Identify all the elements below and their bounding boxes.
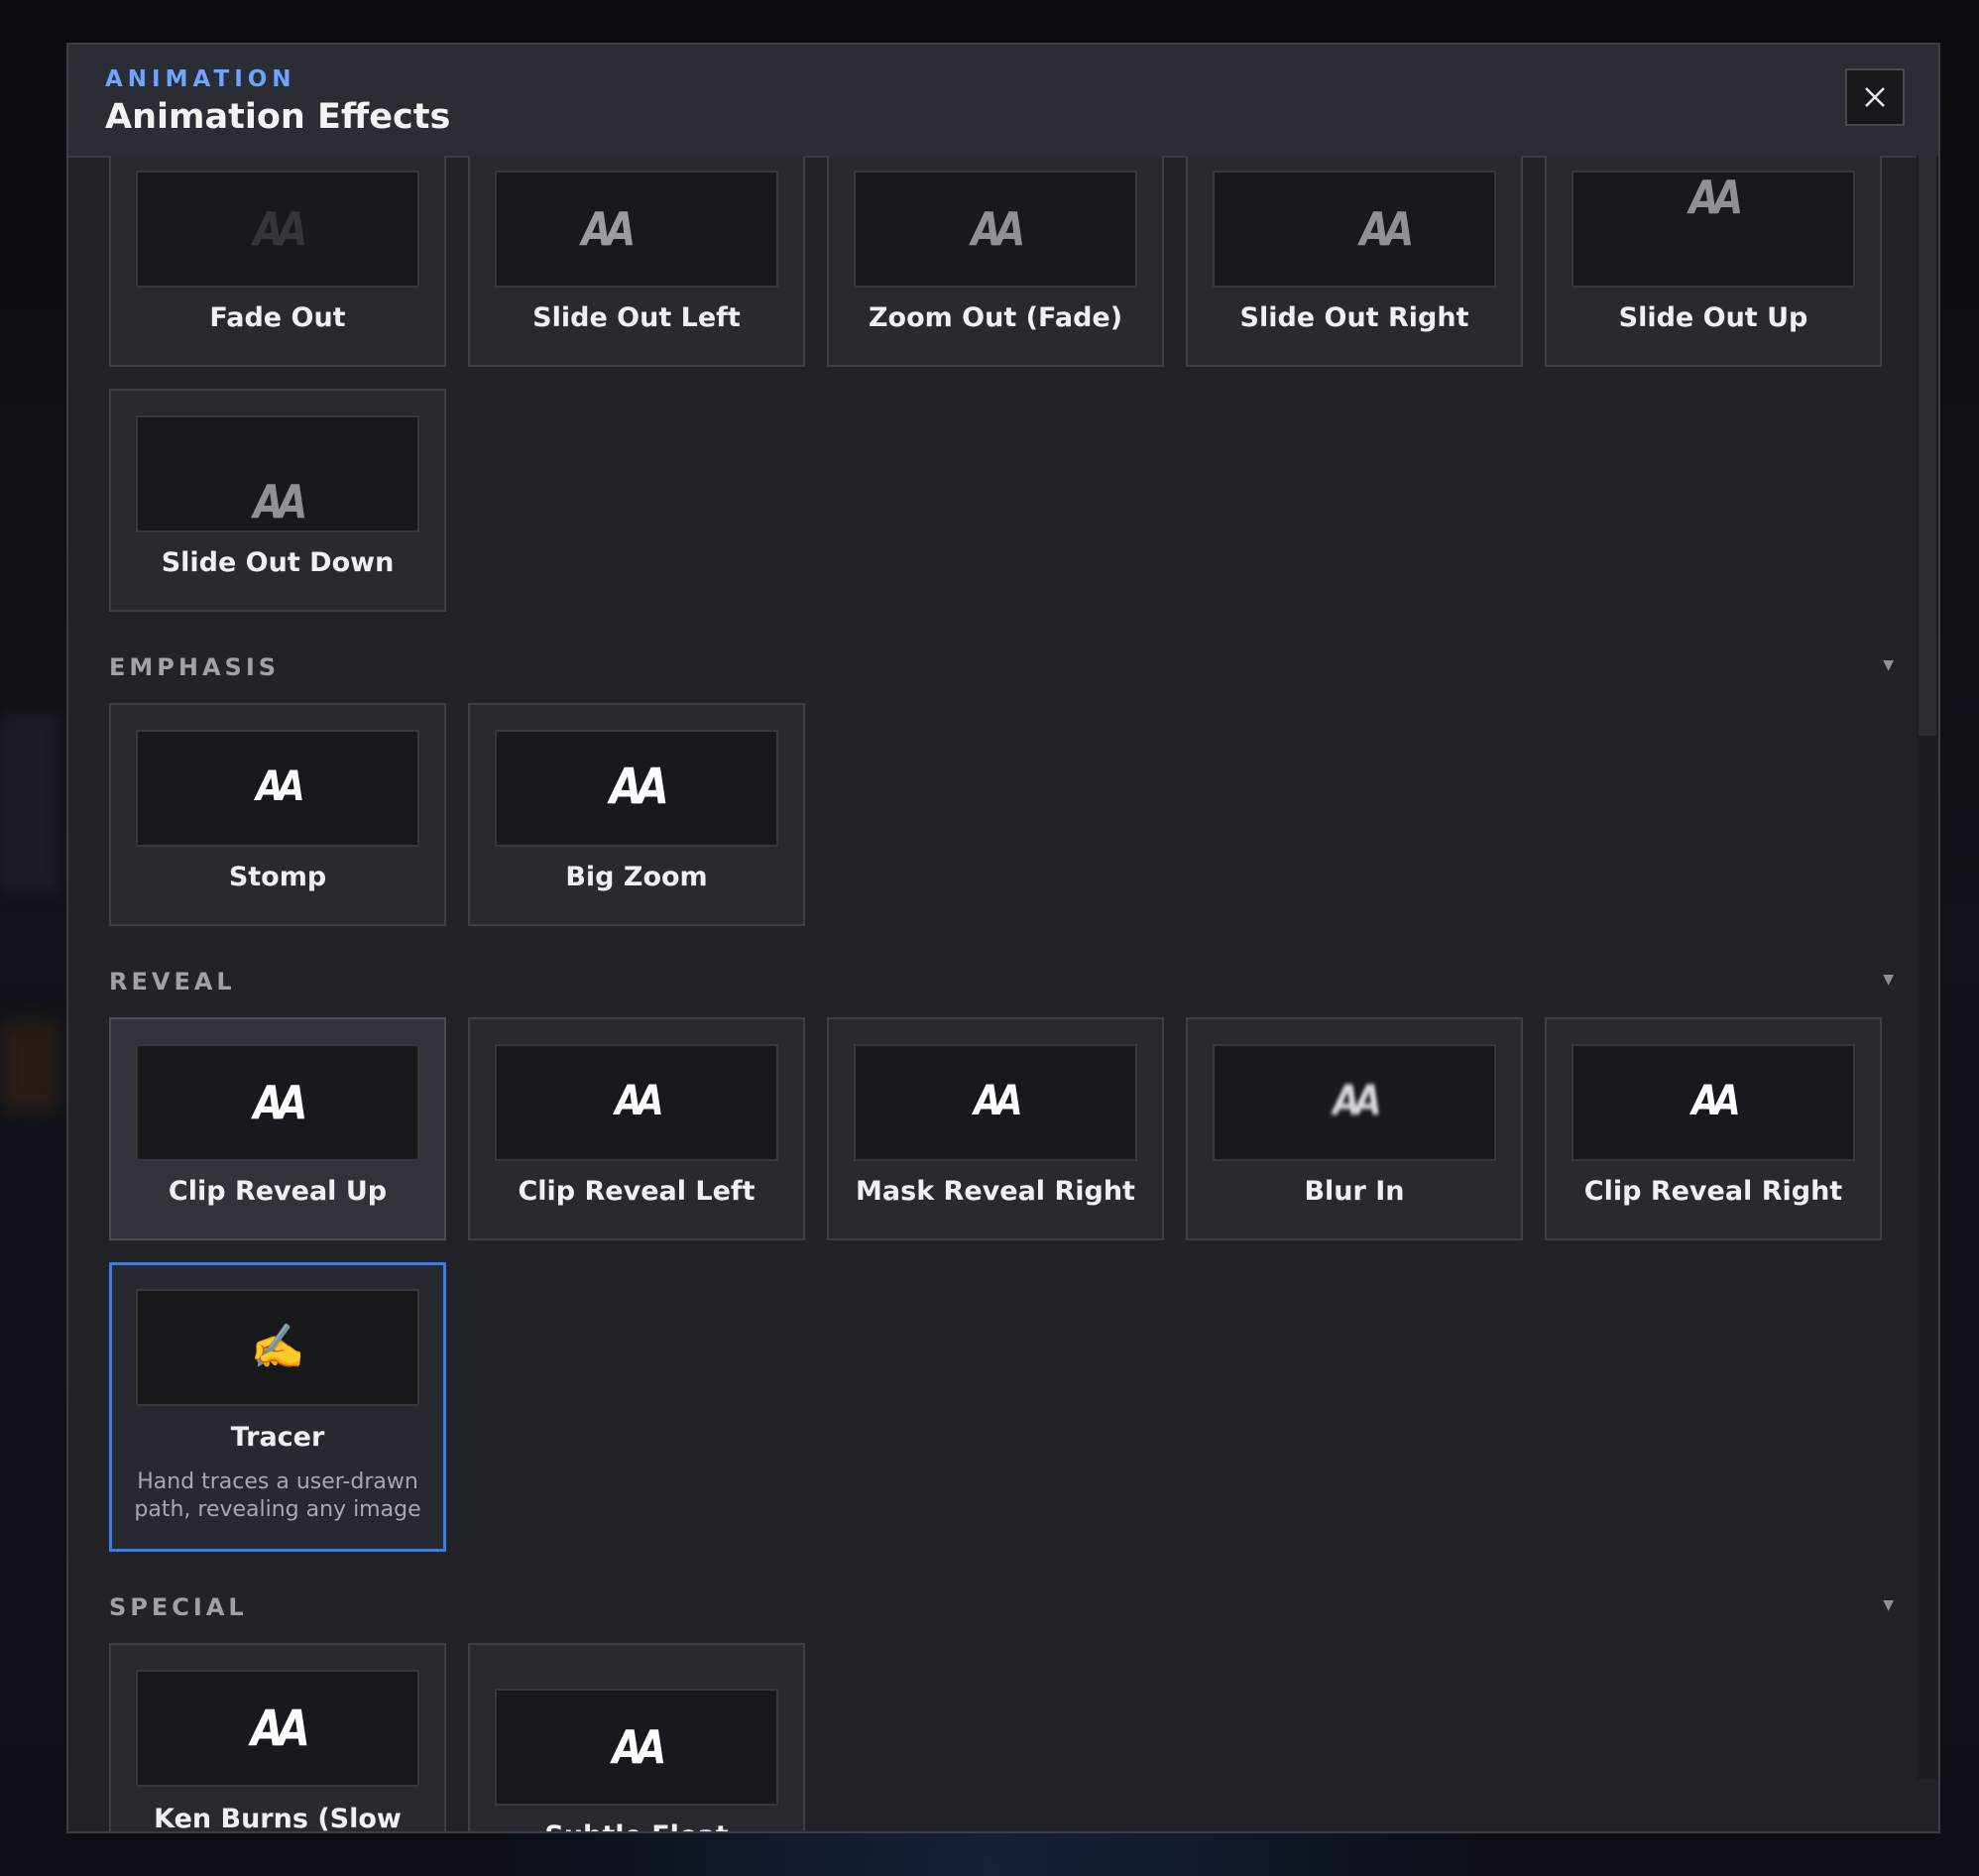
- effect-card-zoom-out-fade[interactable]: AA Zoom Out (Fade): [827, 156, 1164, 367]
- effect-preview: AA: [136, 1670, 419, 1787]
- dialog-header: ANIMATION Animation Effects: [68, 45, 1938, 158]
- effect-preview: AA: [495, 730, 778, 847]
- effect-preview: AA: [495, 171, 778, 288]
- preview-glyph: AA: [971, 202, 1026, 256]
- effects-scroll-area[interactable]: AA Fade Out AA Slide Out Left AA Zoom Ou…: [68, 156, 1938, 1831]
- effect-preview: AA: [1572, 1044, 1855, 1161]
- effect-label: Fade Out: [209, 302, 346, 333]
- preview-glyph: AA: [974, 1076, 1022, 1124]
- effect-description: Hand traces a user-drawn path, revealing…: [134, 1469, 421, 1522]
- effect-preview: AA: [136, 415, 419, 532]
- preview-glyph: AA: [1359, 202, 1415, 256]
- close-icon: [1865, 87, 1885, 107]
- animation-effects-dialog: ANIMATION Animation Effects AA Fade Out: [66, 43, 1940, 1833]
- effect-card-big-zoom[interactable]: AA Big Zoom: [468, 703, 805, 926]
- effect-label: Slide Out Down: [161, 547, 395, 578]
- close-button[interactable]: [1845, 68, 1905, 126]
- section-header-special[interactable]: SPECIAL ▼: [109, 1572, 1894, 1643]
- effect-card-blur-in[interactable]: AA Blur In: [1186, 1017, 1523, 1240]
- effect-label: Slide Out Right: [1239, 302, 1469, 333]
- effect-label: Clip Reveal Right: [1583, 1176, 1843, 1207]
- preview-glyph: AA: [256, 762, 304, 810]
- effect-label: Clip Reveal Left: [518, 1176, 756, 1207]
- effect-card-slide-out-left[interactable]: AA Slide Out Left: [468, 156, 805, 367]
- effect-card-ken-burns[interactable]: AA Ken Burns (Slow Pan/Zoom): [109, 1643, 446, 1831]
- effect-card-slide-out-right[interactable]: AA Slide Out Right: [1186, 156, 1523, 367]
- effect-label: Stomp: [228, 862, 327, 892]
- section-grid-emphasis: AA Stomp AA Big Zoom: [109, 703, 1894, 926]
- preview-glyph: AA: [253, 1076, 308, 1129]
- effect-label: Tracer: [230, 1422, 325, 1453]
- effect-preview: AA: [495, 1689, 778, 1806]
- dialog-eyebrow: ANIMATION: [105, 66, 296, 92]
- effect-label: Slide Out Up: [1618, 302, 1808, 333]
- preview-glyph: AA: [251, 1700, 310, 1757]
- section-grid-exit: AA Fade Out AA Slide Out Left AA Zoom Ou…: [109, 156, 1894, 612]
- effect-preview: AA: [1213, 171, 1496, 288]
- effect-label: Ken Burns (Slow Pan/Zoom): [154, 1804, 402, 1831]
- effect-label: Mask Reveal Right: [856, 1176, 1135, 1207]
- scrollbar-thumb[interactable]: [1919, 156, 1936, 736]
- section-header-reveal[interactable]: REVEAL ▼: [109, 946, 1894, 1017]
- effect-label: Zoom Out (Fade): [868, 302, 1123, 333]
- effect-preview: AA: [1213, 1044, 1496, 1161]
- preview-glyph: AA: [1688, 171, 1744, 224]
- effect-preview: AA: [136, 1044, 419, 1161]
- backdrop-blur: [0, 1021, 59, 1111]
- effect-card-clip-reveal-up[interactable]: AA Clip Reveal Up: [109, 1017, 446, 1240]
- effect-card-subtle-float[interactable]: AA Subtle Float: [468, 1643, 805, 1831]
- preview-glyph: AA: [253, 202, 308, 256]
- section-grid-reveal: AA Clip Reveal Up AA Clip Reveal Left AA…: [109, 1017, 1894, 1552]
- preview-glyph: AA: [610, 758, 669, 815]
- effect-card-fade-out[interactable]: AA Fade Out: [109, 156, 446, 367]
- effect-preview: ✍️: [136, 1289, 419, 1406]
- effect-label: Clip Reveal Up: [168, 1176, 388, 1207]
- preview-glyph: AA: [615, 1076, 663, 1124]
- section-header-emphasis[interactable]: EMPHASIS ▼: [109, 632, 1894, 703]
- preview-glyph: AA: [1333, 1076, 1381, 1124]
- section-grid-special: AA Ken Burns (Slow Pan/Zoom) AA Subtle F…: [109, 1643, 1894, 1831]
- chevron-down-icon: ▼: [1883, 1597, 1894, 1613]
- backdrop-blur: [0, 714, 59, 892]
- dialog-title: Animation Effects: [105, 97, 451, 137]
- section-title: EMPHASIS: [109, 653, 281, 681]
- section-title: SPECIAL: [109, 1593, 248, 1621]
- scrollbar[interactable]: [1917, 156, 1938, 1780]
- effect-label: Subtle Float: [470, 1820, 803, 1831]
- effect-label: Big Zoom: [565, 862, 708, 892]
- preview-glyph: AA: [1691, 1076, 1740, 1124]
- effect-preview: AA: [1572, 171, 1855, 288]
- effect-preview: AA: [854, 171, 1137, 288]
- effect-preview: AA: [854, 1044, 1137, 1161]
- chevron-down-icon: ▼: [1883, 657, 1894, 673]
- effect-preview: AA: [495, 1044, 778, 1161]
- effect-card-clip-reveal-left[interactable]: AA Clip Reveal Left: [468, 1017, 805, 1240]
- writing-hand-icon: ✍️: [250, 1322, 305, 1372]
- effect-card-mask-reveal-right[interactable]: AA Mask Reveal Right: [827, 1017, 1164, 1240]
- effect-preview: AA: [136, 730, 419, 847]
- effect-card-slide-out-up[interactable]: AA Slide Out Up: [1545, 156, 1882, 367]
- preview-glyph: AA: [612, 1720, 667, 1774]
- effect-card-tracer[interactable]: ✍️ Tracer Hand traces a user-drawn path,…: [109, 1262, 446, 1552]
- preview-glyph: AA: [253, 475, 308, 528]
- chevron-down-icon: ▼: [1883, 972, 1894, 988]
- effect-card-slide-out-down[interactable]: AA Slide Out Down: [109, 389, 446, 612]
- effect-label: Slide Out Left: [532, 302, 741, 333]
- effect-preview: AA: [136, 171, 419, 288]
- preview-glyph: AA: [581, 202, 637, 256]
- effect-card-clip-reveal-right[interactable]: AA Clip Reveal Right: [1545, 1017, 1882, 1240]
- effect-card-stomp[interactable]: AA Stomp: [109, 703, 446, 926]
- section-title: REVEAL: [109, 968, 236, 996]
- effects-list: AA Fade Out AA Slide Out Left AA Zoom Ou…: [109, 156, 1894, 1831]
- effect-label: Blur In: [1304, 1176, 1405, 1207]
